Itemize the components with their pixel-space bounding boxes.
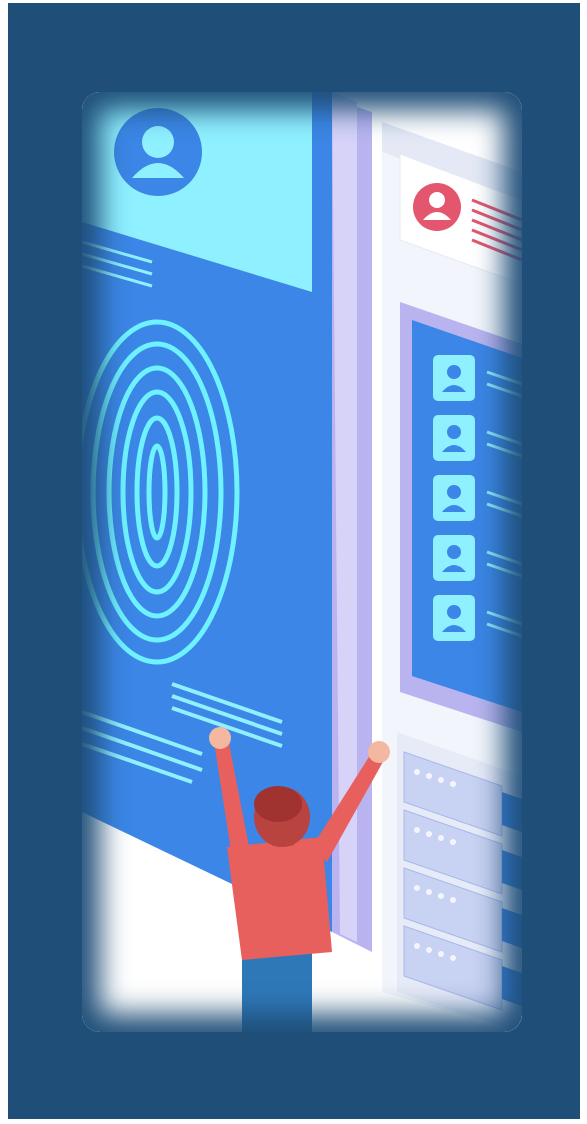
right-device <box>382 122 522 1032</box>
user-avatar-icon <box>114 108 202 196</box>
security-illustration <box>82 92 522 1032</box>
server-racks <box>397 732 522 1032</box>
user-avatar-icon <box>413 183 461 231</box>
illustration-viewport <box>82 92 522 1032</box>
